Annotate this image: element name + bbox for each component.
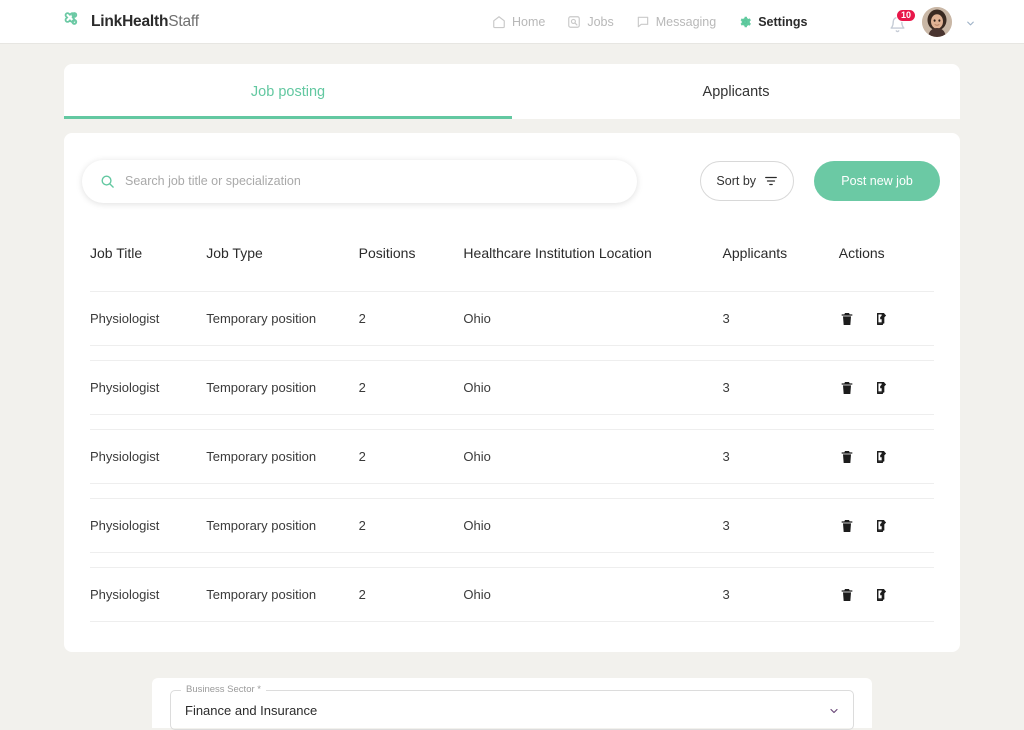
brand-name: LinkHealthStaff — [91, 13, 199, 31]
edit-icon[interactable] — [875, 449, 891, 465]
nav-item-home-label: Home — [512, 14, 546, 29]
cell-location: Ohio — [463, 311, 491, 326]
cell-positions: 2 — [358, 587, 366, 602]
medical-cross-icon — [60, 8, 82, 35]
table-row[interactable]: Physiologist Temporary position 2 Ohio 3 — [90, 360, 934, 415]
search-box[interactable] — [82, 159, 638, 203]
jobs-search-icon — [567, 15, 581, 29]
tab-bar: Job posting Applicants — [64, 64, 960, 119]
chevron-down-icon[interactable] — [828, 704, 840, 716]
cell-applicants: 3 — [722, 311, 730, 326]
cell-applicants: 3 — [722, 518, 730, 533]
delete-icon[interactable] — [839, 311, 855, 327]
sort-by-label: Sort by — [716, 174, 757, 188]
sort-by-button[interactable]: Sort by — [700, 161, 795, 201]
delete-icon[interactable] — [839, 587, 855, 603]
filter-icon — [764, 174, 778, 188]
cell-applicants: 3 — [722, 449, 730, 464]
tab-job-posting[interactable]: Job posting — [64, 64, 512, 119]
cell-actions — [839, 587, 934, 603]
cell-job-title: Physiologist — [90, 587, 160, 602]
edit-icon[interactable] — [875, 380, 891, 396]
post-new-job-button[interactable]: Post new job — [814, 161, 940, 201]
cell-actions — [839, 449, 934, 465]
nav-item-settings[interactable]: Settings — [738, 14, 808, 29]
cell-job-title: Physiologist — [90, 449, 160, 464]
cell-job-type: Temporary position — [206, 380, 317, 395]
cell-location: Ohio — [463, 587, 491, 602]
search-input[interactable] — [125, 174, 620, 188]
cell-positions: 2 — [358, 311, 366, 326]
column-header-location: Healthcare Institution Location — [463, 245, 652, 261]
tab-applicants-label: Applicants — [702, 83, 770, 100]
edit-icon[interactable] — [875, 587, 891, 603]
toolbar: Sort by Post new job — [64, 133, 960, 229]
delete-icon[interactable] — [839, 380, 855, 396]
nav-item-home[interactable]: Home — [492, 15, 545, 29]
delete-icon[interactable] — [839, 449, 855, 465]
delete-icon[interactable] — [839, 518, 855, 534]
nav-item-jobs-label: Jobs — [587, 14, 614, 29]
business-sector-label: Business Sector * — [181, 684, 266, 695]
main-nav: Home Jobs Messaging Settings — [492, 15, 808, 29]
column-header-job-title: Job Title — [90, 245, 143, 261]
page-content: Job posting Applicants Sort by Post new … — [0, 64, 1024, 652]
cell-job-title: Physiologist — [90, 311, 160, 326]
edit-icon[interactable] — [875, 518, 891, 534]
top-navigation-bar: LinkHealthStaff Home Jobs Messaging Sett… — [0, 0, 1024, 44]
cell-applicants: 3 — [722, 587, 730, 602]
cell-actions — [839, 380, 934, 396]
cell-job-type: Temporary position — [206, 587, 317, 602]
top-right-actions: 10 — [889, 6, 976, 37]
brand-name-bold: LinkHealth — [91, 12, 169, 30]
column-header-actions: Actions — [838, 245, 885, 261]
column-header-positions: Positions — [358, 245, 416, 261]
business-sector-value: Finance and Insurance — [185, 702, 318, 718]
cell-job-type: Temporary position — [206, 311, 317, 326]
edit-icon[interactable] — [875, 311, 891, 327]
cell-location: Ohio — [463, 449, 491, 464]
cell-job-title: Physiologist — [90, 518, 160, 533]
job-posting-panel: Sort by Post new job Job Title Job Type … — [64, 133, 960, 652]
jobs-table: Job Title Job Type Positions Healthcare … — [64, 229, 960, 622]
home-icon — [492, 15, 506, 29]
search-icon — [100, 174, 115, 189]
cell-actions — [839, 518, 934, 534]
table-header-row: Job Title Job Type Positions Healthcare … — [90, 229, 934, 277]
cell-positions: 2 — [358, 380, 366, 395]
cell-job-type: Temporary position — [206, 518, 317, 533]
business-sector-select[interactable]: Business Sector * Finance and Insurance — [170, 684, 854, 730]
nav-item-messaging-label: Messaging — [655, 14, 717, 29]
brand-name-light: Staff — [168, 12, 199, 30]
table-row[interactable]: Physiologist Temporary position 2 Ohio 3 — [90, 429, 934, 484]
nav-item-settings-label: Settings — [758, 14, 808, 29]
tab-applicants[interactable]: Applicants — [512, 64, 960, 119]
cell-job-title: Physiologist — [90, 380, 160, 395]
column-header-job-type: Job Type — [206, 245, 263, 261]
table-row[interactable]: Physiologist Temporary position 2 Ohio 3 — [90, 567, 934, 622]
cell-applicants: 3 — [722, 380, 730, 395]
notifications-button[interactable]: 10 — [889, 8, 917, 33]
cell-job-type: Temporary position — [206, 449, 317, 464]
notification-badge: 10 — [896, 8, 917, 22]
cell-location: Ohio — [463, 518, 491, 533]
brand-logo[interactable]: LinkHealthStaff — [60, 8, 199, 35]
gear-icon — [738, 15, 752, 29]
chevron-down-icon[interactable] — [965, 16, 976, 27]
nav-item-jobs[interactable]: Jobs — [567, 14, 614, 29]
avatar[interactable] — [922, 6, 952, 37]
cell-actions — [839, 311, 934, 327]
business-sector-form: Business Sector * Finance and Insurance — [152, 678, 872, 730]
cell-positions: 2 — [358, 518, 366, 533]
tab-job-posting-label: Job posting — [250, 83, 326, 100]
nav-item-messaging[interactable]: Messaging — [636, 15, 716, 29]
chat-bubble-icon — [636, 15, 650, 29]
cell-positions: 2 — [358, 449, 366, 464]
cell-location: Ohio — [463, 380, 491, 395]
table-row[interactable]: Physiologist Temporary position 2 Ohio 3 — [90, 498, 934, 553]
table-body: Physiologist Temporary position 2 Ohio 3 Phys… — [90, 291, 934, 622]
table-row[interactable]: Physiologist Temporary position 2 Ohio 3 — [90, 291, 934, 346]
column-header-applicants: Applicants — [722, 245, 788, 261]
